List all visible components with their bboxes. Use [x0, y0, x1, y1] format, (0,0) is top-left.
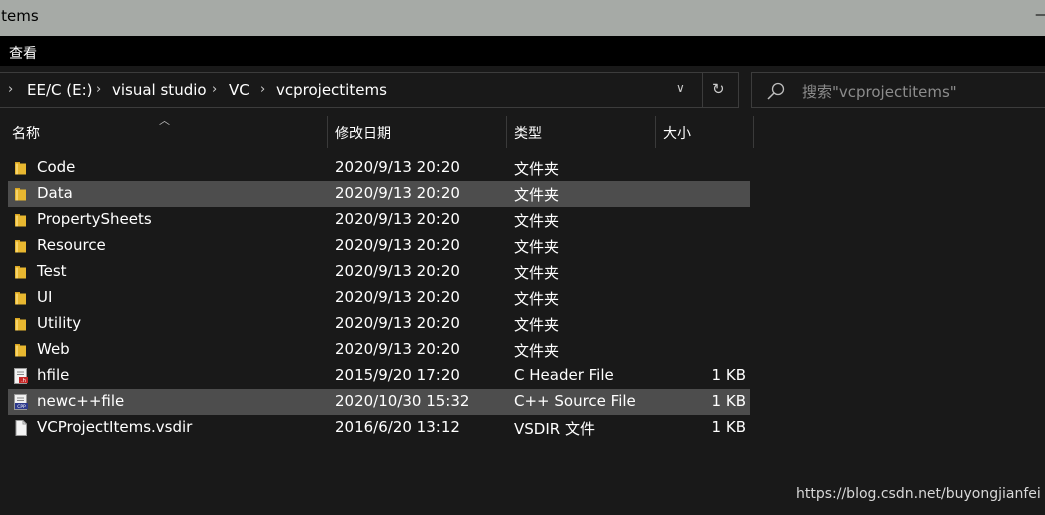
file-date: 2020/9/13 20:20	[335, 288, 460, 306]
file-date: 2020/9/13 20:20	[335, 158, 460, 176]
file-name: Test	[37, 262, 67, 280]
breadcrumb-vc[interactable]: VC	[229, 81, 250, 99]
file-type: 文件夹	[514, 212, 560, 230]
file-row[interactable]: Web 2020/9/13 20:20 文件夹	[8, 337, 750, 363]
folder-icon	[13, 342, 29, 358]
column-divider[interactable]	[753, 116, 754, 148]
svg-text:.h: .h	[21, 378, 26, 384]
file-size: 1 KB	[711, 392, 746, 410]
file-row[interactable]: Test 2020/9/13 20:20 文件夹	[8, 259, 750, 285]
breadcrumb-vcprojectitems[interactable]: vcprojectitems	[276, 81, 387, 99]
file-type: 文件夹	[514, 238, 560, 256]
file-type: 文件夹	[514, 342, 560, 360]
window-title: items	[0, 7, 39, 25]
file-date: 2020/9/13 20:20	[335, 184, 460, 202]
address-divider	[702, 73, 703, 107]
file-name: hfile	[37, 366, 70, 384]
minimize-button[interactable]: —	[1035, 7, 1045, 27]
file-name: Web	[37, 340, 70, 358]
file-name: PropertySheets	[37, 210, 152, 228]
file-row[interactable]: CPP newc++file 2020/10/30 15:32 C++ Source …	[8, 389, 750, 415]
breadcrumb-visual-studio[interactable]: visual studio	[112, 81, 207, 99]
chevron-down-icon[interactable]: ∨	[676, 81, 685, 95]
address-bar[interactable]: › EE/C (E:) › visual studio › VC › vcpro…	[0, 72, 739, 108]
window-titlebar: items —	[0, 0, 1045, 36]
file-date: 2020/10/30 15:32	[335, 392, 470, 410]
file-name: VCProjectItems.vsdir	[37, 418, 193, 436]
folder-icon	[13, 160, 29, 176]
file-row[interactable]: VCProjectItems.vsdir 2016/6/20 13:12 VSDIR…	[8, 415, 750, 441]
file-date: 2020/9/13 20:20	[335, 210, 460, 228]
menu-view-tab[interactable]: 查看	[9, 43, 37, 63]
column-header-date[interactable]: 修改日期	[335, 123, 391, 143]
file-type: C++ Source File	[514, 392, 636, 410]
folder-icon	[13, 264, 29, 280]
file-row[interactable]: Utility 2020/9/13 20:20 文件夹	[8, 311, 750, 337]
column-divider[interactable]	[327, 116, 328, 148]
file-type: C Header File	[514, 366, 614, 384]
file-row[interactable]: Resource 2020/9/13 20:20 文件夹	[8, 233, 750, 259]
file-row[interactable]: UI 2020/9/13 20:20 文件夹	[8, 285, 750, 311]
file-size: 1 KB	[711, 366, 746, 384]
chevron-right-icon[interactable]: ›	[260, 82, 265, 97]
search-input[interactable]: 搜索"vcprojectitems"	[802, 81, 957, 102]
svg-text:CPP: CPP	[17, 404, 26, 410]
sort-ascending-icon: ︿	[159, 114, 170, 127]
file-type: 文件夹	[514, 186, 560, 204]
column-header-type[interactable]: 类型	[514, 123, 542, 143]
file-name: UI	[37, 288, 53, 306]
file-type: 文件夹	[514, 160, 560, 178]
generic-file-icon	[13, 420, 29, 436]
file-row[interactable]: Code 2020/9/13 20:20 文件夹	[8, 155, 750, 181]
file-row[interactable]: Data 2020/9/13 20:20 文件夹	[8, 181, 750, 207]
folder-icon	[13, 186, 29, 202]
search-box[interactable]: 搜索"vcprojectitems"	[751, 72, 1045, 108]
file-row[interactable]: PropertySheets 2020/9/13 20:20 文件夹	[8, 207, 750, 233]
file-date: 2020/9/13 20:20	[335, 236, 460, 254]
file-name: Utility	[37, 314, 82, 332]
file-name: Resource	[37, 236, 106, 254]
file-name: newc++file	[37, 392, 125, 410]
chevron-right-icon[interactable]: ›	[8, 82, 13, 97]
refresh-icon[interactable]: ↻	[712, 80, 725, 98]
file-type: 文件夹	[514, 316, 560, 334]
chevron-right-icon[interactable]: ›	[96, 82, 101, 97]
search-icon	[767, 82, 785, 100]
c-header-file-icon: .h	[13, 368, 29, 384]
chevron-right-icon[interactable]: ›	[212, 82, 217, 97]
file-date: 2020/9/13 20:20	[335, 262, 460, 280]
column-header-row: ︿ 名称 修改日期 类型 大小	[0, 114, 760, 148]
column-header-size[interactable]: 大小	[663, 123, 691, 143]
file-date: 2016/6/20 13:12	[335, 418, 460, 436]
file-date: 2015/9/20 17:20	[335, 366, 460, 384]
file-name: Code	[37, 158, 76, 176]
folder-icon	[13, 238, 29, 254]
watermark-text: https://blog.csdn.net/buyongjianfei	[796, 486, 1041, 502]
cpp-source-file-icon: CPP	[13, 394, 29, 410]
column-divider[interactable]	[655, 116, 656, 148]
file-date: 2020/9/13 20:20	[335, 340, 460, 358]
ribbon-bar: 查看	[0, 36, 1045, 66]
file-type: 文件夹	[514, 264, 560, 282]
folder-icon	[13, 290, 29, 306]
folder-icon	[13, 212, 29, 228]
file-type: 文件夹	[514, 290, 560, 308]
file-size: 1 KB	[711, 418, 746, 436]
file-date: 2020/9/13 20:20	[335, 314, 460, 332]
column-divider[interactable]	[506, 116, 507, 148]
file-row[interactable]: .h hfile 2015/9/20 17:20 C Header File 1 KB	[8, 363, 750, 389]
breadcrumb-drive[interactable]: EE/C (E:)	[27, 81, 93, 99]
folder-icon	[13, 316, 29, 332]
column-header-name[interactable]: 名称	[12, 123, 40, 143]
file-name: Data	[37, 184, 73, 202]
file-type: VSDIR 文件	[514, 420, 595, 438]
